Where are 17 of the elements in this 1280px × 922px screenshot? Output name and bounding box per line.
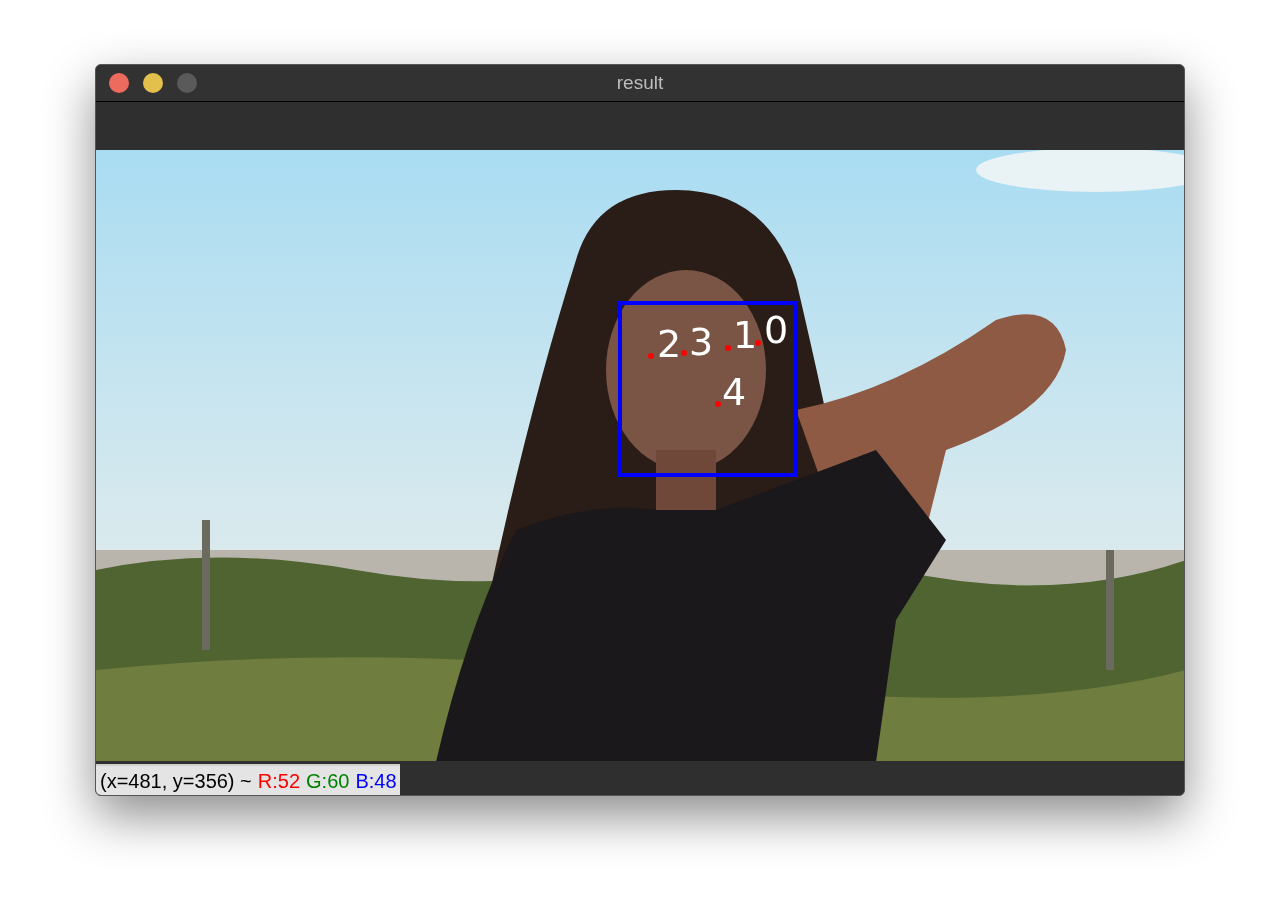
- landmark-label: 2: [657, 321, 682, 366]
- landmark-label: 1: [733, 312, 758, 357]
- landmark-dot: [715, 400, 721, 407]
- window-title: result: [616, 70, 664, 95]
- landmark-label: 4: [722, 369, 747, 414]
- landmark-label: 0: [764, 307, 789, 352]
- landmark-dot: [725, 344, 731, 351]
- pixel-value: G:60: [306, 768, 350, 794]
- pixel-value: R:52: [257, 768, 301, 794]
- cursor-position: (x=481, y=356) ~: [100, 768, 252, 794]
- pixel-value: B:48: [355, 768, 397, 794]
- landmark-dot: [648, 352, 654, 359]
- minimize-button[interactable]: [143, 72, 163, 93]
- close-button[interactable]: [109, 72, 129, 93]
- landmark-dot: [681, 349, 687, 356]
- landmark-dot: [755, 339, 761, 346]
- landmark-label: 3: [689, 319, 714, 364]
